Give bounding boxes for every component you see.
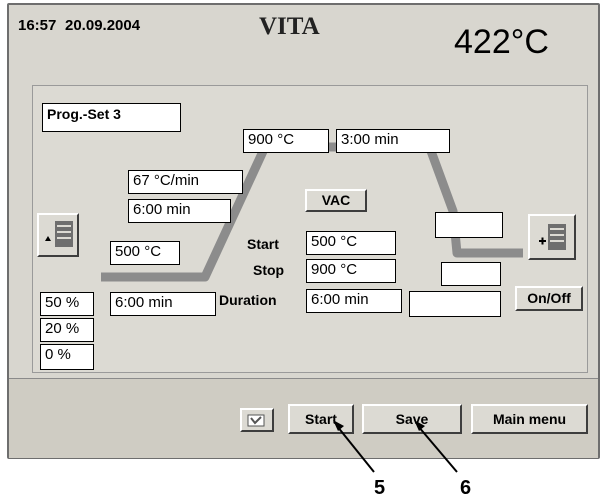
callout-line-6 — [417, 425, 458, 473]
callout-line-5 — [336, 425, 375, 473]
callout-6: 6 — [460, 477, 472, 499]
callout-lines — [333, 420, 458, 473]
callout-arrow-6 — [414, 420, 425, 431]
callout-5: 5 — [374, 477, 386, 499]
callout-arrow-5 — [333, 420, 344, 431]
